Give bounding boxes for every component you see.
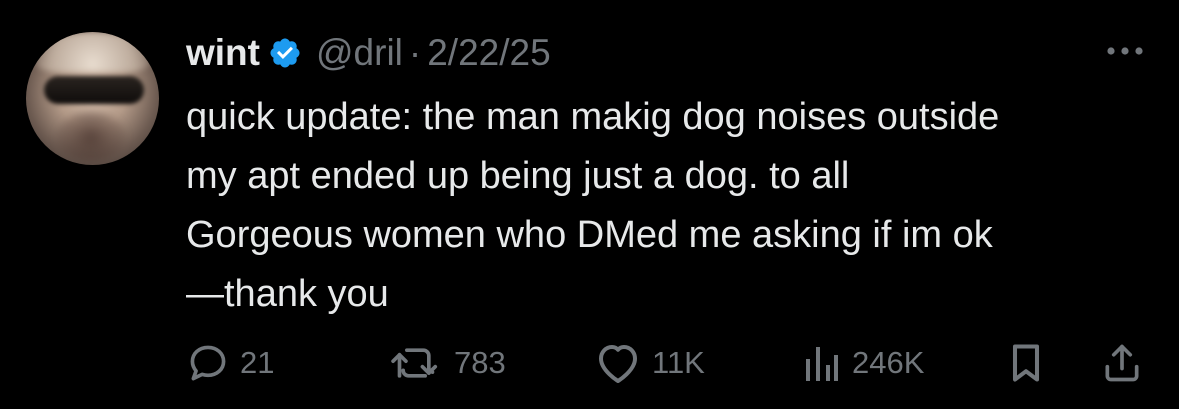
views-chart-icon	[802, 341, 842, 385]
tweet-text: quick update: the man makig dog noises o…	[186, 88, 1166, 324]
retweet-count: 783	[454, 345, 506, 380]
tweet-text-line: my apt ended up being just a dog. to all	[186, 155, 850, 197]
tweet-header: wint @dril · 2/22/25	[186, 28, 551, 78]
tweet-text-line: Gorgeous women who DMed me asking if im …	[186, 214, 993, 256]
share-icon	[1100, 341, 1144, 385]
display-name[interactable]: wint	[186, 32, 260, 74]
reply-icon	[186, 341, 230, 385]
verified-badge-icon[interactable]	[268, 36, 302, 70]
heart-icon	[594, 341, 642, 385]
action-bar: 21 783 11K 246K	[0, 338, 1179, 388]
tweet-text-line: quick update: the man makig dog noises o…	[186, 96, 1000, 138]
avatar-hair	[36, 32, 149, 72]
tweet: wint @dril · 2/22/25 quick update: the m…	[0, 0, 1179, 409]
bookmark-icon	[1006, 341, 1046, 385]
user-handle[interactable]: @dril	[316, 32, 403, 74]
share-button[interactable]	[1100, 338, 1144, 388]
more-options-icon[interactable]	[1100, 36, 1150, 66]
avatar-sunglasses	[44, 76, 144, 104]
tweet-text-line: —thank you	[186, 273, 389, 315]
reply-count: 21	[240, 345, 275, 380]
reply-button[interactable]: 21	[186, 338, 274, 388]
separator-dot: ·	[408, 32, 422, 73]
like-button[interactable]: 11K	[594, 338, 705, 388]
bookmark-button[interactable]	[1006, 338, 1046, 388]
retweet-icon	[388, 341, 444, 385]
like-count: 11K	[652, 345, 705, 380]
avatar-shade	[56, 112, 126, 162]
views-button[interactable]: 246K	[802, 338, 924, 388]
retweet-button[interactable]: 783	[388, 338, 506, 388]
views-count: 246K	[852, 345, 925, 380]
avatar[interactable]	[26, 32, 159, 165]
tweet-date[interactable]: 2/22/25	[427, 32, 550, 74]
